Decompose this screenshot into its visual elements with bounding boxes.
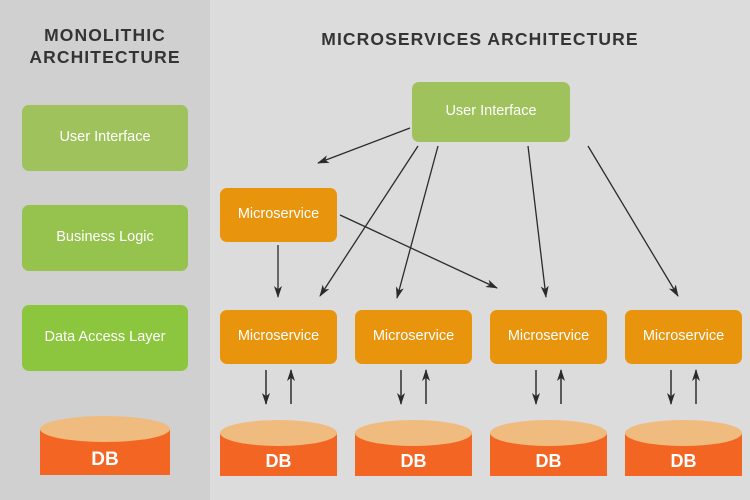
monolith-layer-label: Data Access Layer bbox=[44, 329, 166, 346]
monolithic-title: MONOLITHIC ARCHITECTURE bbox=[29, 25, 181, 68]
microservice-label: Microservice bbox=[507, 328, 590, 345]
microservice-1[interactable]: Microservice bbox=[220, 310, 337, 364]
cylinder-top bbox=[355, 420, 472, 446]
microservice-database-1[interactable]: DB bbox=[220, 420, 337, 486]
microservice-4[interactable]: Microservice bbox=[625, 310, 742, 364]
microservice-2[interactable]: Microservice bbox=[355, 310, 472, 364]
monolith-layer-user-interface[interactable]: User Interface bbox=[22, 105, 188, 171]
microservice-database-4[interactable]: DB bbox=[625, 420, 742, 486]
monolith-layer-business-logic[interactable]: Business Logic bbox=[22, 205, 188, 271]
database-label: DB bbox=[400, 451, 427, 471]
microservice-database-2[interactable]: DB bbox=[355, 420, 472, 486]
microservices-title: MICROSERVICES ARCHITECTURE bbox=[321, 29, 639, 49]
database-label: DB bbox=[535, 451, 562, 471]
microservice-label: Microservice bbox=[372, 328, 455, 345]
cylinder-top bbox=[490, 420, 607, 446]
database-label: DB bbox=[670, 451, 697, 471]
cylinder-top bbox=[40, 416, 170, 442]
monolith-layer-label: User Interface bbox=[59, 129, 151, 146]
microservice-database-3[interactable]: DB bbox=[490, 420, 607, 486]
database-label: DB bbox=[265, 451, 292, 471]
monolith-database[interactable]: DB bbox=[40, 416, 170, 488]
microservice-label: Microservice bbox=[642, 328, 725, 345]
monolith-layer-label: Business Logic bbox=[56, 229, 154, 246]
microservice-label: Microservice bbox=[237, 328, 320, 345]
user-interface-label: User Interface bbox=[445, 103, 537, 120]
database-label: DB bbox=[91, 449, 119, 470]
monolith-layer-data-access[interactable]: Data Access Layer bbox=[22, 305, 188, 371]
microservice-label: Microservice bbox=[237, 206, 320, 223]
architecture-diagram: MONOLITHIC ARCHITECTURE MICROSERVICES AR… bbox=[0, 0, 750, 500]
microservice-floating[interactable]: Microservice bbox=[220, 188, 337, 242]
microservices-user-interface[interactable]: User Interface bbox=[412, 82, 570, 142]
cylinder-top bbox=[220, 420, 337, 446]
microservice-3[interactable]: Microservice bbox=[490, 310, 607, 364]
cylinder-top bbox=[625, 420, 742, 446]
